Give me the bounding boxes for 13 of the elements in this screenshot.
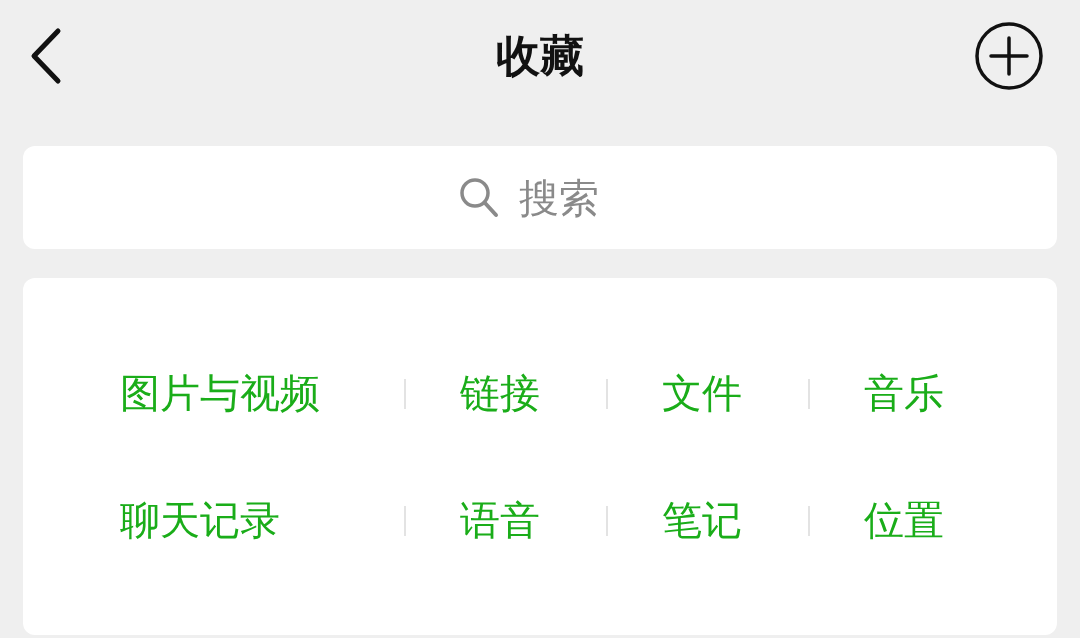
category-link[interactable]: 位置 — [864, 493, 944, 548]
search-field[interactable]: 搜索 — [517, 173, 621, 222]
category-link[interactable]: 文件 — [662, 366, 742, 421]
page-title: 收藏 — [496, 28, 584, 83]
category-link[interactable]: 聊天记录 — [120, 493, 280, 548]
category-link[interactable]: 音乐 — [864, 366, 944, 421]
search-icon — [459, 176, 499, 219]
plus-circle-icon — [974, 21, 1044, 91]
add-button[interactable] — [974, 21, 1044, 91]
category-link[interactable]: 笔记 — [662, 493, 742, 548]
category-link[interactable]: 图片与视频 — [120, 366, 320, 421]
category-link[interactable]: 语音 — [460, 493, 540, 548]
category-link[interactable]: 链接 — [460, 366, 540, 421]
